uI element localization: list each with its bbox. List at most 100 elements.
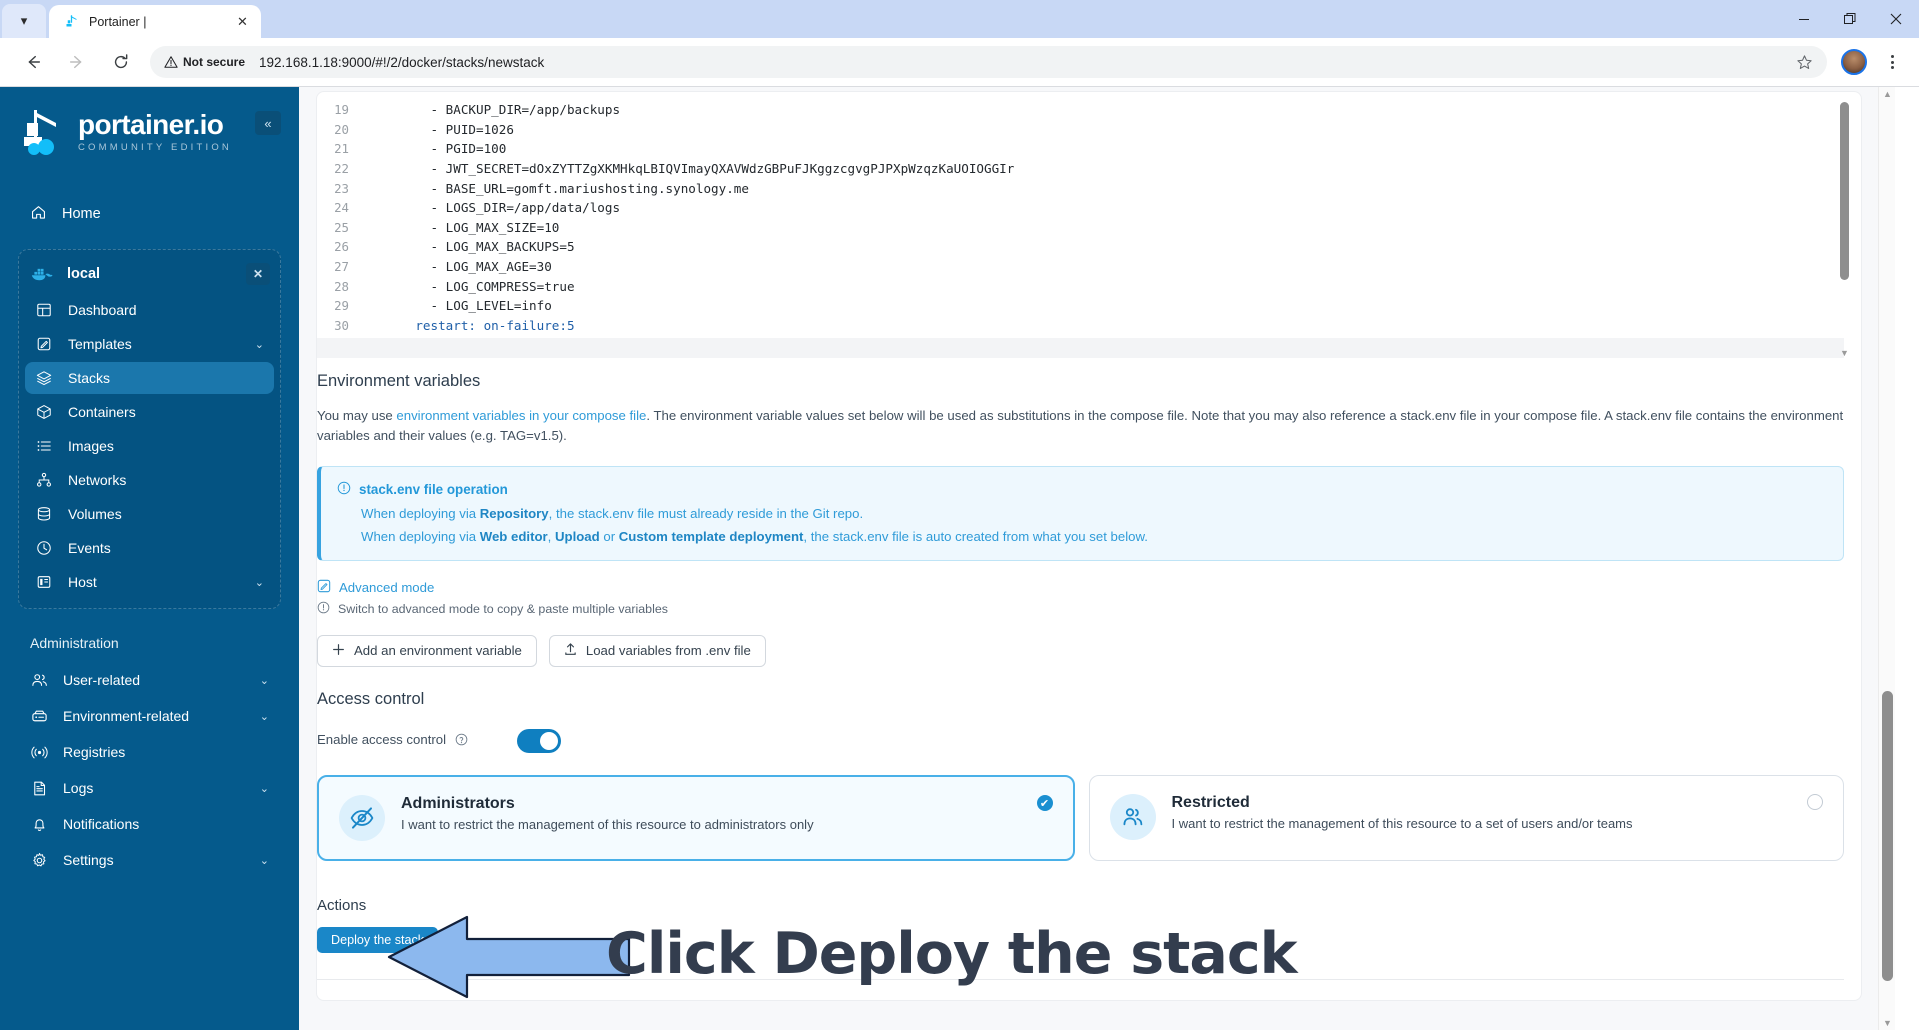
address-bar[interactable]: Not secure 192.168.1.18:9000/#!/2/docker… (150, 46, 1827, 78)
sidebar-item-events[interactable]: Events (25, 532, 274, 564)
stack-form-card: 19 - BACKUP_DIR=/app/backups 20 - PUID=1… (316, 91, 1862, 1001)
page-scroll-down-arrow-icon[interactable]: ▼ (1879, 1018, 1895, 1028)
users-icon (30, 672, 48, 689)
window-close-button[interactable] (1873, 0, 1919, 38)
security-label: Not secure (183, 55, 246, 69)
profile-avatar[interactable] (1841, 49, 1867, 75)
line-number: 20 (334, 121, 349, 137)
sidebar-item-host[interactable]: Host ⌄ (25, 566, 274, 598)
home-icon (30, 204, 47, 225)
browser-tab-title: Portainer | (89, 14, 147, 29)
line-text: - PUID=1026 (385, 121, 514, 137)
tab-close-icon[interactable]: ✕ (234, 13, 251, 30)
stacks-icon (35, 370, 53, 386)
browser-tab[interactable]: Portainer | ✕ (49, 5, 261, 38)
logs-icon (30, 780, 48, 797)
enable-access-control-row: Enable access control (317, 729, 1844, 753)
info-icon (337, 481, 351, 498)
desc-prefix: You may use (317, 408, 397, 423)
window-controls (1781, 0, 1919, 38)
add-environment-variable-button[interactable]: Add an environment variable (317, 634, 537, 667)
sidebar-item-label: Dashboard (68, 302, 137, 318)
advanced-mode-toggle[interactable]: Advanced mode (317, 579, 1844, 596)
page-scrollbar[interactable]: ▲ ▼ (1878, 87, 1895, 1030)
access-control-section: Access control Enable access control Adm… (317, 690, 1844, 861)
scroll-down-arrow-icon[interactable]: ▼ (1839, 348, 1850, 358)
back-button[interactable] (17, 46, 49, 78)
sidebar-item-settings[interactable]: Settings ⌄ (18, 843, 281, 877)
environment-header[interactable]: local ✕ (19, 256, 280, 292)
line-text: - JWT_SECRET=dOxZYTTZgXKMHkqLBIQVImayQXA… (385, 161, 1015, 177)
sidebar-item-label: Events (68, 540, 111, 556)
sidebar-item-environment-related[interactable]: Environment-related ⌄ (18, 699, 281, 733)
access-option-description: I want to restrict the management of thi… (401, 817, 814, 832)
section-title-actions: Actions (317, 897, 367, 914)
sidebar-item-label: Host (68, 574, 97, 590)
sidebar-item-home[interactable]: Home (18, 195, 281, 233)
sidebar-item-containers[interactable]: Containers (25, 396, 274, 428)
browser-menu-icon[interactable] (1877, 46, 1907, 78)
plus-icon (332, 643, 345, 659)
bookmark-star-icon[interactable] (1789, 47, 1819, 77)
sidebar-item-volumes[interactable]: Volumes (25, 498, 274, 530)
access-option-selected-check-icon[interactable]: ✔ (1036, 795, 1053, 811)
sidebar-item-registries[interactable]: Registries (18, 735, 281, 769)
browser-titlebar: ▾ Portainer | ✕ (0, 0, 1919, 38)
sidebar-collapse-button[interactable]: « (255, 111, 281, 135)
compose-editor[interactable]: 19 - BACKUP_DIR=/app/backups 20 - PUID=1… (317, 100, 1844, 358)
sidebar-item-networks[interactable]: Networks (25, 464, 274, 496)
load-env-file-button[interactable]: Load variables from .env file (548, 634, 766, 667)
environment-close-icon[interactable]: ✕ (246, 263, 270, 285)
line2-post: , the stack.env file is auto created fro… (803, 528, 1148, 544)
sidebar-item-templates[interactable]: Templates ⌄ (25, 328, 274, 360)
reload-button[interactable] (105, 46, 137, 78)
eye-off-icon (339, 795, 385, 841)
environment-variable-buttons: Add an environment variable Load variabl… (317, 634, 1844, 667)
url-text: 192.168.1.18:9000/#!/2/docker/stacks/new… (259, 54, 545, 70)
sidebar-item-user-related[interactable]: User-related ⌄ (18, 663, 281, 697)
chevron-down-icon: ⌄ (254, 576, 264, 589)
advanced-mode-hint: Switch to advanced mode to copy & paste … (317, 601, 1844, 617)
sidebar-item-images[interactable]: Images (25, 430, 274, 462)
annotation-text: Click Deploy the stack (606, 921, 1298, 987)
code-line: 22 - JWT_SECRET=dOxZYTTZgXKMHkqLBIQVImay… (317, 159, 1844, 179)
access-option-radio[interactable] (1807, 794, 1823, 810)
bell-icon (30, 816, 48, 833)
host-icon (35, 574, 53, 590)
question-icon[interactable] (455, 732, 468, 752)
line-text: - LOG_LEVEL=info (385, 298, 552, 314)
sidebar-item-stacks[interactable]: Stacks (25, 362, 274, 394)
tab-list-chevron-icon[interactable]: ▾ (2, 4, 46, 38)
editor-scrollbar[interactable]: ▲ ▼ (1838, 100, 1851, 358)
warning-triangle-icon (164, 56, 178, 68)
access-option-administrators[interactable]: Administrators I want to restrict the ma… (317, 775, 1075, 861)
security-indicator[interactable]: Not secure (164, 55, 245, 69)
page-scrollbar-thumb[interactable] (1882, 691, 1893, 981)
toggle-knob (540, 732, 558, 750)
enable-access-control-toggle[interactable] (517, 729, 561, 753)
environment-group: local ✕ Dashboard Templates ⌄ Stacks Con… (18, 249, 281, 609)
brand-name: portainer.io (78, 109, 224, 141)
info-box-title: stack.env file operation (359, 481, 508, 497)
sidebar-item-label: Containers (68, 404, 136, 420)
forward-button[interactable] (61, 46, 93, 78)
sidebar-item-logs[interactable]: Logs ⌄ (18, 771, 281, 805)
env-vars-doc-link[interactable]: environment variables in your compose fi… (396, 408, 646, 423)
line-text: - LOG_MAX_BACKUPS=5 (385, 239, 575, 255)
deploy-the-stack-button[interactable]: Deploy the stack (317, 927, 439, 953)
code-line: 25 - LOG_MAX_SIZE=10 (317, 218, 1844, 238)
editor-scrollbar-thumb[interactable] (1840, 102, 1849, 280)
sidebar-item-notifications[interactable]: Notifications (18, 807, 281, 841)
page-scroll-up-arrow-icon[interactable]: ▲ (1879, 89, 1895, 99)
add-environment-variable-label: Add an environment variable (354, 643, 522, 659)
sidebar-item-dashboard[interactable]: Dashboard (25, 294, 274, 326)
line-text: - LOG_COMPRESS=true (385, 278, 575, 294)
editor-footer-strip (317, 338, 1844, 358)
window-minimize-button[interactable] (1781, 0, 1827, 38)
registries-icon (30, 744, 48, 761)
info-box-line-1: When deploying via Repository, the stack… (361, 506, 1825, 521)
access-option-restricted[interactable]: Restricted I want to restrict the manage… (1088, 775, 1844, 861)
line-text: restart: on-failure:5 (385, 317, 575, 333)
line2-mid2: or (599, 528, 619, 544)
window-maximize-button[interactable] (1827, 0, 1873, 38)
